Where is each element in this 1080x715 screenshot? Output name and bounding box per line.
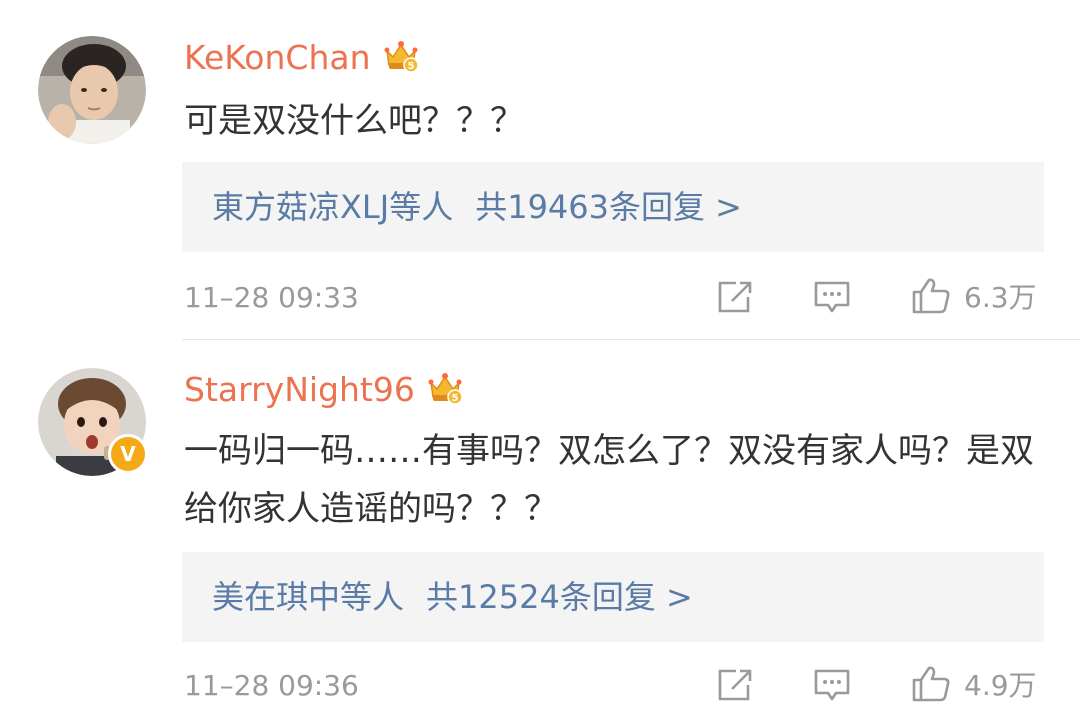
share-icon[interactable]	[716, 279, 754, 319]
comment-text: 一码归一码……有事吗？双怎么了？双没有家人吗？是双给你家人造谣的吗？？？	[184, 431, 1034, 529]
reply-count-link[interactable]: 共12524条回复 >	[426, 578, 693, 616]
timestamp: 11–28 09:33	[184, 281, 359, 314]
avatar-photo	[38, 36, 146, 144]
timestamp: 11–28 09:36	[184, 669, 359, 702]
avatar[interactable]	[38, 36, 146, 144]
comment-text: 可是双没什么吧？？？	[184, 101, 524, 141]
comment-icon[interactable]	[812, 279, 852, 319]
like-count: 6.3万	[964, 281, 1037, 314]
svg-text:5: 5	[451, 393, 458, 404]
crown-5-icon: 5	[427, 371, 463, 414]
comment-feed: KeKonChan 5 可是双没什么吧？？？ 東方菇凉XLJ等人 共19463条回…	[0, 0, 1080, 715]
avatar[interactable]: V	[38, 368, 148, 476]
reply-count-link[interactable]: 共19463条回复 >	[475, 188, 742, 226]
comment-item: KeKonChan 5 可是双没什么吧？？？ 東方菇凉XLJ等人 共19463条回…	[0, 0, 1080, 340]
svg-text:5: 5	[407, 61, 414, 72]
username[interactable]: StarryNight96 5	[184, 370, 463, 414]
reply-names[interactable]: 東方菇凉XLJ等人	[212, 188, 453, 226]
username[interactable]: KeKonChan 5	[184, 38, 419, 82]
comment-item: V StarryNight96 5 一码归一码……有事吗？双怎么了？双没有家人吗…	[0, 340, 1080, 715]
comment-meta: 11–28 09:36 4.9万	[0, 660, 1080, 710]
comment-icon[interactable]	[812, 667, 852, 707]
verified-badge: V	[108, 434, 148, 474]
share-icon[interactable]	[716, 667, 754, 707]
thumbs-up-icon[interactable]	[910, 276, 952, 320]
comment-meta: 11–28 09:33 6.3万	[0, 272, 1080, 322]
crown-5-icon: 5	[383, 39, 419, 82]
like-count: 4.9万	[964, 669, 1037, 702]
reply-names[interactable]: 美在琪中等人	[212, 578, 404, 616]
thumbs-up-icon[interactable]	[910, 664, 952, 708]
replies-summary[interactable]: 美在琪中等人 共12524条回复 >	[182, 552, 1044, 642]
replies-summary[interactable]: 東方菇凉XLJ等人 共19463条回复 >	[182, 162, 1044, 252]
